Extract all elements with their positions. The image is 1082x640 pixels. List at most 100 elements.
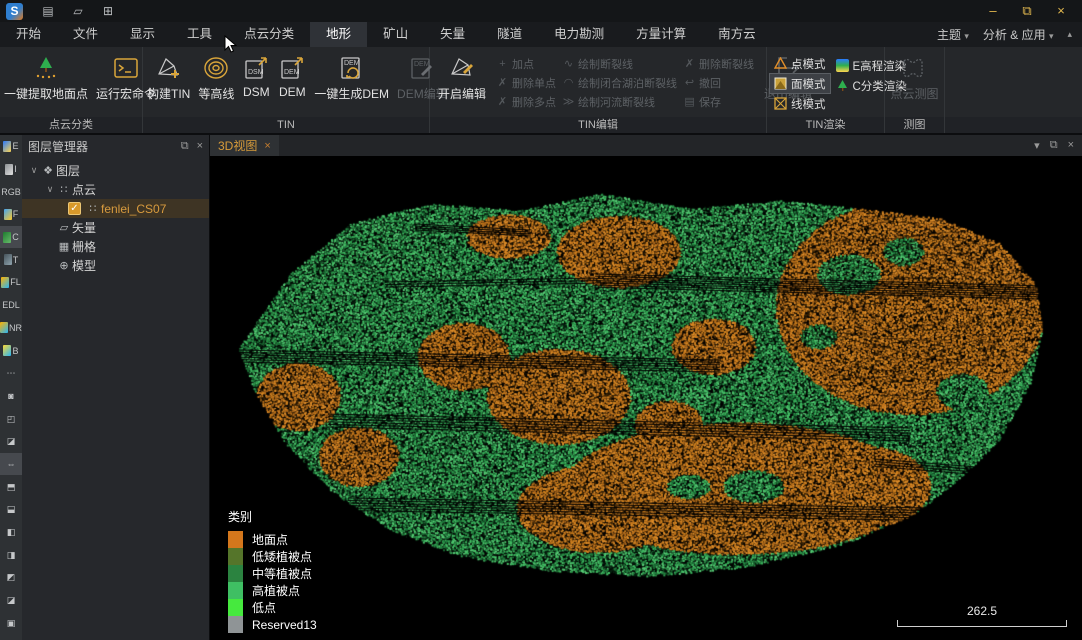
rgb-render-tool[interactable]: RGB (0, 180, 22, 203)
menu-item-mining[interactable]: 矿山 (367, 22, 424, 47)
contour-button[interactable]: 等高线 (194, 52, 238, 102)
fl-render-tool[interactable]: FL (0, 271, 22, 294)
small-button-绘制断裂线[interactable]: ∿绘制断裂线 (562, 55, 677, 72)
legend-title: 类别 (228, 508, 317, 525)
pan-tool[interactable]: ⇔ (0, 453, 22, 476)
float-view-icon[interactable]: ⧉ (1050, 139, 1058, 152)
menu-item-pointcloud-classify[interactable]: 点云分类 (228, 22, 310, 47)
pointcloud-canvas[interactable] (210, 156, 1082, 640)
group-label-tin-render: TIN渲染 (767, 117, 885, 133)
bucket-tool[interactable]: ◙ (0, 385, 22, 408)
open-project-button[interactable]: ▱ (67, 2, 89, 20)
menu-item-terrain[interactable]: 地形 (310, 22, 367, 47)
3d-canvas-area[interactable]: 类别 地面点 低矮植被点 中等植被点 高植被点 (210, 156, 1082, 640)
theme-menu[interactable]: 主题 ▾ (937, 26, 969, 43)
small-button-绘制河流断裂线[interactable]: ≫绘制河流断裂线 (562, 93, 677, 110)
small-button-绘制闭合湖泊断裂线[interactable]: ◠绘制闭合湖泊断裂线 (562, 74, 677, 91)
b-render-tool[interactable]: B (0, 339, 22, 362)
nr-render-tool-icon: NR (9, 323, 22, 333)
intensity-render-tool[interactable]: I (0, 158, 22, 181)
tree-node-fenlei-layer[interactable]: ✓ ∷ fenlei_CS07 (22, 199, 209, 218)
tab-list-dropdown-icon[interactable]: ▾ (1034, 139, 1040, 152)
chevron-down-icon[interactable]: ∨ (44, 184, 56, 195)
chevron-down-icon[interactable]: ∨ (28, 165, 40, 176)
classification-render-tool-icon: C (12, 232, 19, 242)
menu-item-start[interactable]: 开始 (0, 22, 57, 47)
new-project-button[interactable]: ⊞ (97, 2, 119, 20)
small-button-icon: ◠ (562, 76, 575, 89)
menu-item-tunnel[interactable]: 隧道 (481, 22, 538, 47)
restore-button[interactable]: ⧉ (1012, 1, 1042, 21)
small-button-删除单点[interactable]: ✗删除单点 (496, 74, 556, 91)
time-render-tool[interactable]: T (0, 248, 22, 271)
view-right[interactable]: ◨ (0, 543, 22, 566)
small-button-撤回[interactable]: ↩撤回 (683, 74, 754, 91)
view-back[interactable]: ◪ (0, 589, 22, 612)
small-button-删除多点[interactable]: ✗删除多点 (496, 93, 556, 110)
start-edit-button[interactable]: 开启编辑 (434, 52, 490, 102)
small-button-删除断裂线[interactable]: ✗删除断裂线 (683, 55, 754, 72)
menu-item-volume-calc[interactable]: 方量计算 (620, 22, 702, 47)
menu-item-vector[interactable]: 矢量 (424, 22, 481, 47)
edl-render-tool[interactable]: EDL (0, 294, 22, 317)
pointcloud-icon: ∷ (56, 183, 72, 196)
view-top[interactable]: ⬒ (0, 475, 22, 498)
blend-render-tool[interactable]: F (0, 203, 22, 226)
line-mode-button[interactable]: 线模式 (770, 94, 830, 113)
view-back-icon: ◪ (7, 595, 16, 605)
point-mode-button[interactable]: 点模式 (770, 54, 830, 73)
analysis-app-menu[interactable]: 分析 & 应用 ▾ (983, 26, 1054, 43)
build-tin-button[interactable]: 构建TIN (143, 52, 194, 102)
zoom-extent-tool[interactable]: ▣ (0, 611, 22, 634)
time-render-tool-chip (4, 254, 12, 265)
classification-render-tool[interactable]: C (0, 226, 22, 249)
close-panel-icon[interactable]: × (197, 140, 203, 153)
classification-legend: 类别 地面点 低矮植被点 中等植被点 高植被点 (228, 508, 317, 633)
scale-bar-value: 262.5 (897, 604, 1067, 618)
tab-3d-view[interactable]: 3D视图 × (210, 135, 279, 156)
tree-node-model[interactable]: ⊕ 模型 (22, 256, 209, 275)
view-front[interactable]: ◩ (0, 566, 22, 589)
tree-node-layers[interactable]: ∨ ❖ 图层 (22, 161, 209, 180)
menu-item-file[interactable]: 文件 (57, 22, 114, 47)
menu-item-south-cloud[interactable]: 南方云 (702, 22, 772, 47)
more-tools[interactable]: ⋯ (0, 362, 22, 385)
tree-node-pointcloud[interactable]: ∨ ∷ 点云 (22, 180, 209, 199)
view-left[interactable]: ◧ (0, 521, 22, 544)
collapse-ribbon-icon[interactable]: ▴ (1067, 29, 1072, 40)
classification-render-tool-chip (3, 232, 11, 243)
scale-bar-line (897, 620, 1067, 627)
sample-box-tool[interactable]: ◪ (0, 430, 22, 453)
close-view-icon[interactable]: × (1068, 139, 1074, 152)
layer-visibility-checkbox[interactable]: ✓ (68, 202, 81, 215)
small-button-保存[interactable]: ▤保存 (683, 93, 754, 110)
legend-swatch-reserved13 (228, 616, 243, 633)
menu-item-display[interactable]: 显示 (114, 22, 171, 47)
small-button-icon: ▤ (683, 95, 696, 108)
elevation-render-tool-chip (3, 141, 11, 152)
one-key-dem-button[interactable]: DEM 一键生成DEM (310, 52, 393, 102)
pointcloud-survey-button[interactable]: 点云测图 (886, 52, 942, 102)
dsm-button[interactable]: DSM DSM (238, 52, 274, 99)
minimize-button[interactable]: – (978, 1, 1008, 21)
save-project-button[interactable]: ▤ (37, 2, 59, 20)
tree-node-raster[interactable]: ▦ 栅格 (22, 237, 209, 256)
nr-render-tool-chip (0, 322, 8, 333)
face-mode-icon (774, 77, 787, 90)
menu-item-power-survey[interactable]: 电力勘测 (538, 22, 620, 47)
menu-item-tools[interactable]: 工具 (171, 22, 228, 47)
application-window: S ▤ ▱ ⊞ – ⧉ × 开始 文件 显示 工具 点云分类 地形 矿山 矢量 … (0, 0, 1082, 640)
pin-icon[interactable]: ⧉ (181, 140, 189, 153)
close-button[interactable]: × (1046, 1, 1076, 21)
select-box-tool[interactable]: ◰ (0, 407, 22, 430)
view-bottom[interactable]: ⬓ (0, 498, 22, 521)
face-mode-button[interactable]: 面模式 (770, 74, 830, 93)
nr-render-tool[interactable]: NR (0, 317, 22, 340)
small-button-加点[interactable]: +加点 (496, 55, 556, 72)
dem-button[interactable]: DEM DEM (274, 52, 310, 99)
elevation-render-tool[interactable]: E (0, 135, 22, 158)
view-bottom-icon: ⬓ (7, 504, 16, 514)
close-tab-icon[interactable]: × (264, 140, 270, 152)
tree-node-vector[interactable]: ▱ 矢量 (22, 218, 209, 237)
extract-ground-button[interactable]: 一键提取地面点 (0, 52, 92, 102)
